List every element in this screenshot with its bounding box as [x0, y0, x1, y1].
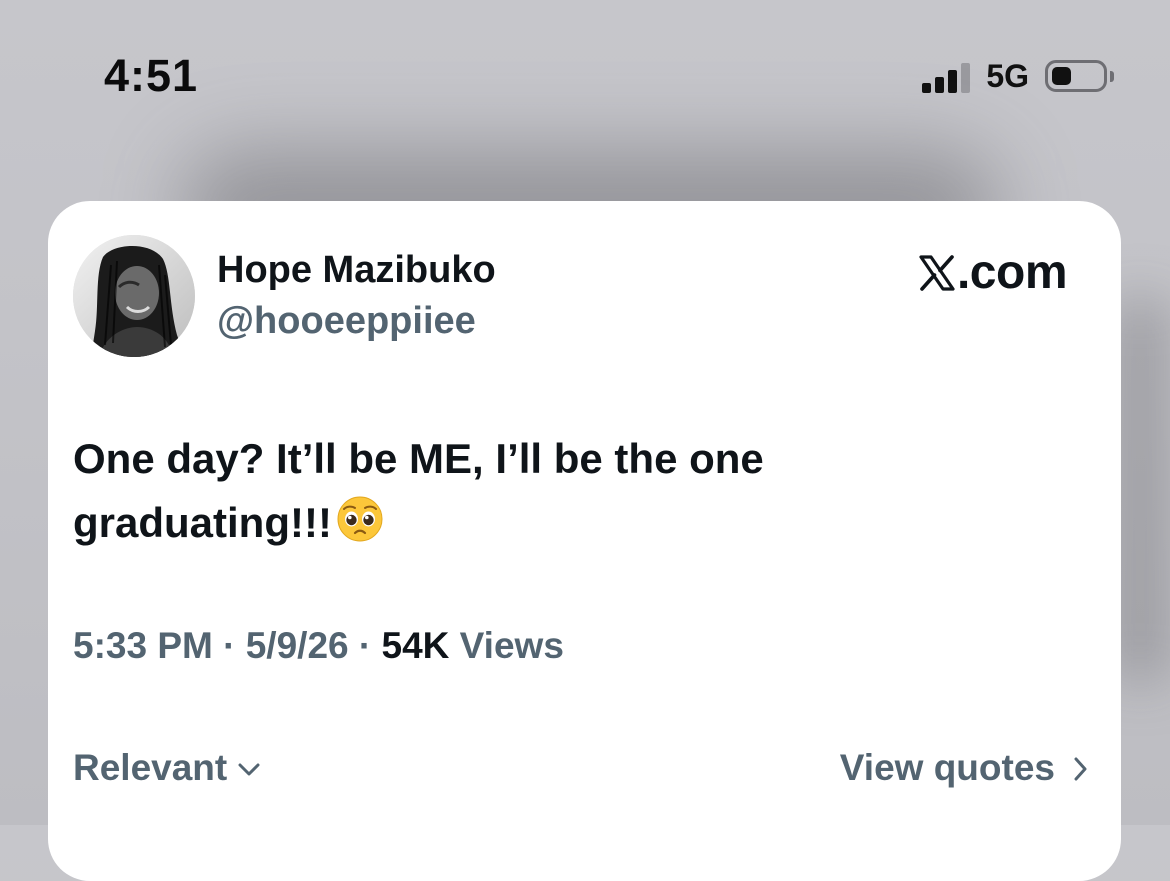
tweet-text-block: One day? It’ll be ME, I’ll be the one gr… [73, 427, 973, 561]
meta-separator: · [348, 625, 382, 666]
tweet-time[interactable]: 5:33 PM [73, 625, 213, 666]
tweet-text: One day? It’ll be ME, I’ll be the one gr… [73, 435, 764, 546]
battery-icon [1045, 60, 1107, 92]
signal-bar [935, 77, 945, 93]
signal-bar [961, 63, 971, 93]
brand-logo: .com [919, 245, 1068, 300]
battery-level [1052, 67, 1071, 85]
tweet-date[interactable]: 5/9/26 [246, 625, 349, 666]
sort-label: Relevant [73, 747, 228, 788]
chevron-down-icon [238, 763, 260, 776]
display-name[interactable]: Hope Mazibuko [217, 249, 496, 292]
status-right: 5G [922, 56, 1114, 96]
network-type: 5G [986, 57, 1029, 94]
user-handle[interactable]: @hooeeppiiee [217, 300, 476, 343]
chevron-right-icon [1074, 757, 1087, 781]
x-logo-icon [919, 254, 955, 291]
views-count: 54K [381, 625, 450, 666]
quotes-label: View quotes [839, 747, 1055, 788]
status-time: 4:51 [104, 50, 199, 101]
tweet-meta: 5:33 PM · 5/9/26 · 54K Views [73, 625, 564, 667]
views-label: Views [459, 625, 564, 666]
meta-separator: · [212, 625, 246, 666]
pleading-face-emoji-icon [336, 495, 384, 561]
signal-bar [922, 83, 932, 93]
signal-icon [922, 59, 971, 93]
brand-domain: .com [956, 246, 1068, 299]
sort-relevant-dropdown[interactable]: Relevant [73, 747, 261, 789]
avatar[interactable] [73, 235, 195, 357]
signal-bar [948, 70, 958, 93]
tweet-card: Hope Mazibuko @hooeeppiiee .com One day?… [48, 201, 1121, 881]
avatar-photo-icon [73, 235, 195, 357]
battery-tip [1110, 70, 1114, 82]
view-quotes-link[interactable]: View quotes [840, 747, 1087, 789]
